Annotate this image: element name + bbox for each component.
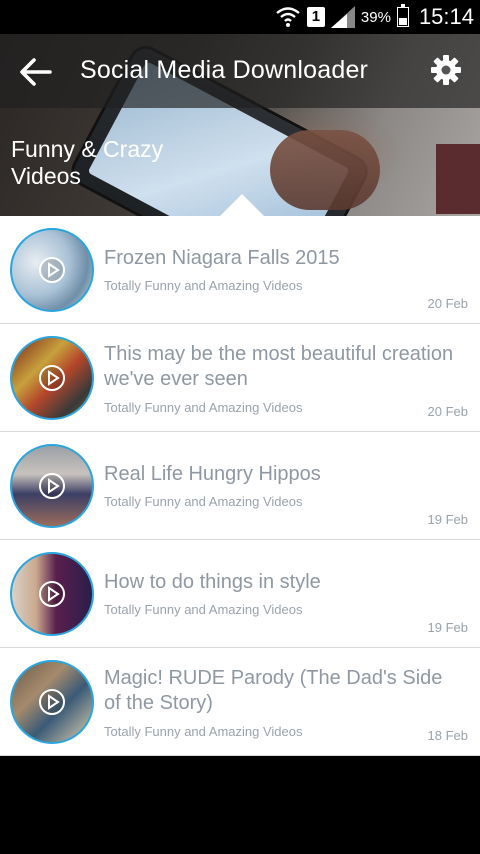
play-icon	[39, 257, 65, 283]
video-thumbnail[interactable]	[10, 552, 94, 636]
video-thumbnail[interactable]	[10, 336, 94, 420]
list-item[interactable]: How to do things in style Totally Funny …	[0, 540, 480, 648]
category-title: Funny & Crazy Videos	[11, 136, 211, 190]
toolbar: Social Media Downloader	[0, 34, 480, 108]
sim-icon: 1	[306, 7, 325, 27]
back-arrow-icon[interactable]	[18, 54, 54, 90]
header-notch	[220, 194, 264, 216]
status-bar: 1 39% 15:14	[0, 0, 480, 34]
list-item[interactable]: Real Life Hungry Hippos Totally Funny an…	[0, 432, 480, 540]
video-title: This may be the most beautiful creation …	[104, 343, 454, 390]
app-title: Social Media Downloader	[80, 56, 369, 84]
play-icon	[39, 689, 65, 715]
video-list: Frozen Niagara Falls 2015 Totally Funny …	[0, 216, 480, 756]
list-item[interactable]: Frozen Niagara Falls 2015 Totally Funny …	[0, 216, 480, 324]
video-thumbnail[interactable]	[10, 444, 94, 528]
play-icon	[39, 581, 65, 607]
signal-icon	[330, 6, 355, 28]
video-date: 20 Feb	[427, 296, 468, 311]
play-icon	[39, 365, 65, 391]
status-icons: 1 39% 15:14	[275, 4, 474, 30]
hero-hand-image	[270, 130, 380, 210]
wifi-icon	[276, 7, 300, 27]
video-channel: Totally Funny and Amazing Videos	[104, 278, 303, 293]
battery-level	[398, 17, 407, 25]
video-thumbnail[interactable]	[10, 228, 94, 312]
video-channel: Totally Funny and Amazing Videos	[104, 724, 303, 739]
battery-percent: 39%	[360, 8, 391, 26]
video-channel: Totally Funny and Amazing Videos	[104, 494, 303, 509]
gear-icon[interactable]	[430, 54, 462, 86]
video-date: 19 Feb	[427, 620, 468, 635]
list-item[interactable]: This may be the most beautiful creation …	[0, 324, 480, 432]
video-date: 19 Feb	[427, 512, 468, 527]
video-title: Magic! RUDE Parody (The Dad's Side of th…	[104, 667, 443, 714]
hero-sleeve-image	[436, 144, 480, 214]
category-title-line2: Videos	[11, 163, 81, 189]
video-title: Frozen Niagara Falls 2015	[104, 247, 340, 269]
battery-icon	[396, 4, 409, 27]
play-icon	[39, 473, 65, 499]
video-title: Real Life Hungry Hippos	[104, 463, 321, 485]
category-title-line1: Funny & Crazy	[11, 136, 164, 162]
video-channel: Totally Funny and Amazing Videos	[104, 400, 303, 415]
list-item[interactable]: Magic! RUDE Parody (The Dad's Side of th…	[0, 648, 480, 756]
clock: 15:14	[418, 4, 474, 29]
video-channel: Totally Funny and Amazing Videos	[104, 602, 303, 617]
video-title: How to do things in style	[104, 571, 321, 593]
video-thumbnail[interactable]	[10, 660, 94, 744]
video-date: 20 Feb	[427, 404, 468, 419]
video-date: 18 Feb	[427, 728, 468, 743]
